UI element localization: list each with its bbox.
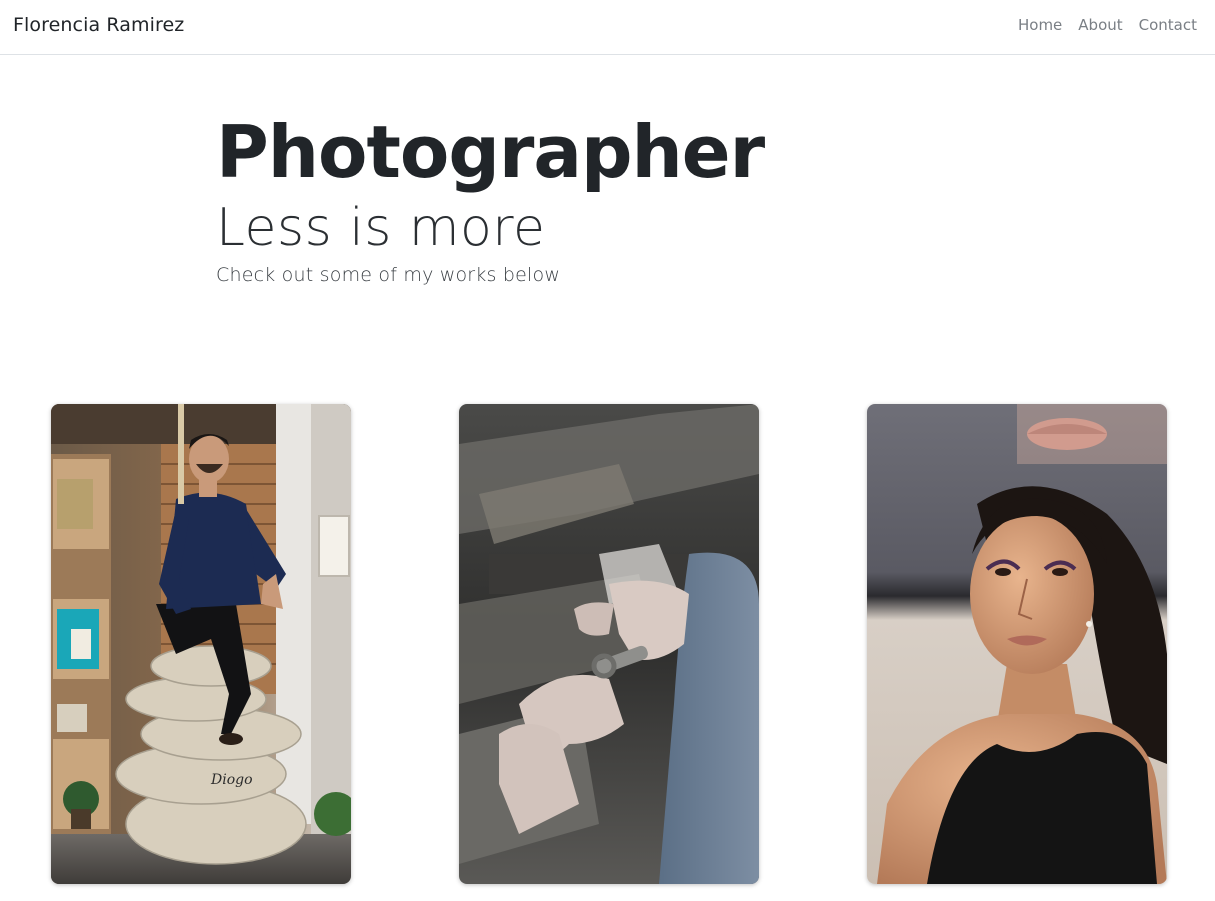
navbar: Florencia Ramirez Home About Contact bbox=[0, 0, 1215, 55]
nav-link-about[interactable]: About bbox=[1078, 16, 1122, 34]
nav-link-home[interactable]: Home bbox=[1018, 16, 1062, 34]
photo-card-3[interactable] bbox=[867, 404, 1167, 884]
hero-section: Photographer Less is more Check out some… bbox=[216, 108, 976, 286]
photo-card-2[interactable] bbox=[459, 404, 759, 884]
photo-card-1[interactable]: Diogo bbox=[51, 404, 351, 884]
woman-portrait-photo bbox=[867, 404, 1167, 884]
hands-crafting-ring-photo bbox=[459, 404, 759, 884]
hero-lead: Check out some of my works below bbox=[216, 264, 561, 286]
nav-links: Home About Contact bbox=[1018, 16, 1197, 34]
brand-link[interactable]: Florencia Ramirez bbox=[13, 14, 184, 36]
photo-gallery: Diogo bbox=[0, 404, 1215, 884]
hero-title: Photographer bbox=[216, 110, 765, 194]
man-sitting-on-coffee-sacks-photo: Diogo bbox=[51, 404, 351, 884]
nav-link-contact[interactable]: Contact bbox=[1139, 16, 1197, 34]
hero-subtitle: Less is more bbox=[216, 198, 546, 258]
svg-text:Diogo: Diogo bbox=[210, 772, 253, 788]
